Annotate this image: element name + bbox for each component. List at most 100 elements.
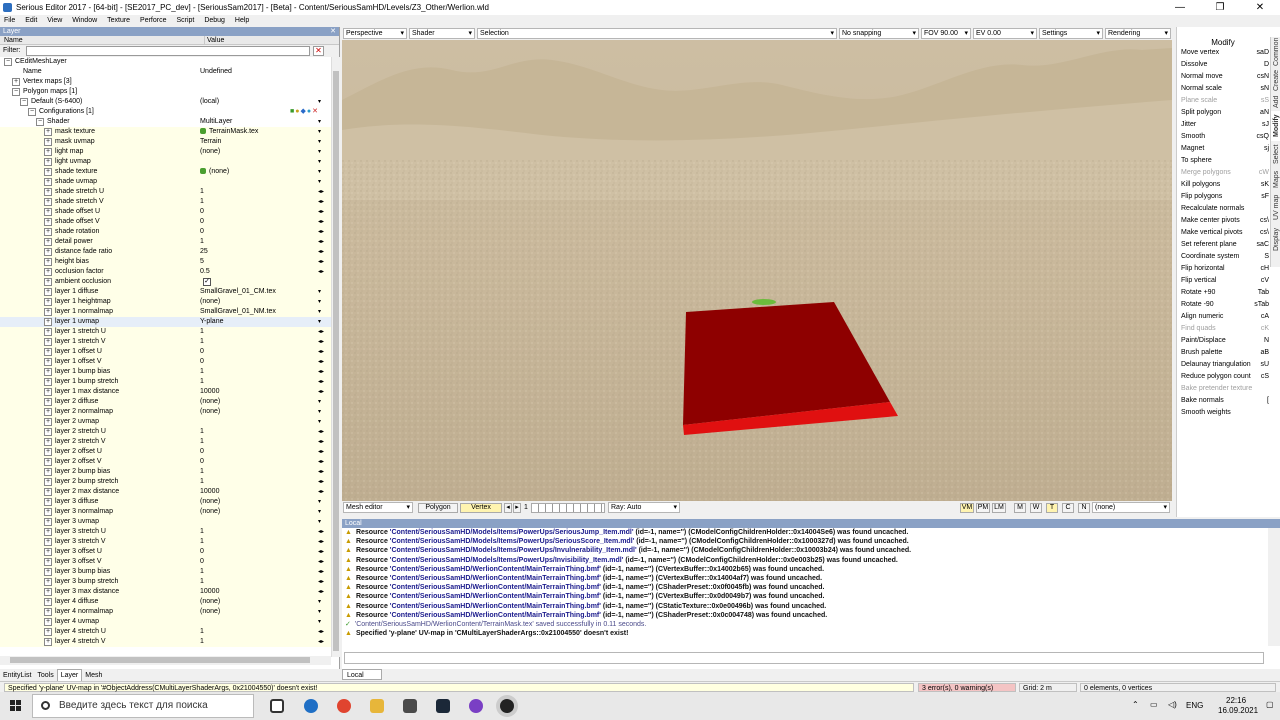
expand-icon[interactable]: + bbox=[44, 178, 52, 186]
modify-tool[interactable]: Dissolve D bbox=[1181, 59, 1269, 71]
property-row[interactable]: + mask uvmap Terrain ▾ bbox=[0, 137, 339, 147]
dropdown-arrow-icon[interactable]: ▾ bbox=[318, 287, 321, 297]
property-row[interactable]: + layer 1 normalmap SmallGravel_01_NM.tex ▾ bbox=[0, 307, 339, 317]
property-row[interactable]: + shade stretch U 1 ◂▸ bbox=[0, 187, 339, 197]
spin-arrows-icon[interactable]: ◂▸ bbox=[318, 437, 324, 447]
error-count[interactable]: 3 error(s), 0 warning(s) bbox=[918, 683, 1016, 692]
property-row[interactable]: + layer 3 offset V 0 ◂▸ bbox=[0, 557, 339, 567]
layer-horizontal-scrollbar[interactable] bbox=[0, 656, 331, 665]
collapse-icon[interactable]: − bbox=[20, 98, 28, 106]
spin-arrows-icon[interactable]: ◂▸ bbox=[318, 557, 324, 567]
property-row[interactable]: − Default (S-6400) (local) ▾ bbox=[0, 97, 339, 107]
property-row[interactable]: + layer 3 stretch U 1 ◂▸ bbox=[0, 527, 339, 537]
property-value[interactable]: MultiLayer bbox=[200, 117, 324, 127]
spin-arrows-icon[interactable]: ◂▸ bbox=[318, 377, 324, 387]
property-row[interactable]: + layer 2 offset V 0 ◂▸ bbox=[0, 457, 339, 467]
clock-time[interactable]: 22:16 bbox=[1226, 696, 1246, 705]
modify-tool[interactable]: Jitter sJ bbox=[1181, 119, 1269, 131]
toggle-m[interactable]: M bbox=[1014, 503, 1026, 513]
green-object[interactable] bbox=[752, 299, 776, 305]
extra-dropdown[interactable]: (none) bbox=[1092, 502, 1170, 513]
expand-icon[interactable]: + bbox=[44, 498, 52, 506]
property-value[interactable]: 10000 bbox=[200, 387, 324, 397]
modify-tool[interactable]: Make vertical pivots cs\ bbox=[1181, 227, 1269, 239]
property-value[interactable]: (none) bbox=[200, 147, 324, 157]
modify-tool[interactable]: Make center pivots cs\ bbox=[1181, 215, 1269, 227]
discord-icon[interactable] bbox=[469, 699, 483, 713]
property-value[interactable] bbox=[200, 277, 324, 287]
expand-icon[interactable]: + bbox=[44, 428, 52, 436]
spin-arrows-icon[interactable]: ◂▸ bbox=[318, 197, 324, 207]
property-row[interactable]: + shade uvmap ▾ bbox=[0, 177, 339, 187]
property-row[interactable]: + layer 2 bump bias 1 ◂▸ bbox=[0, 467, 339, 477]
tab-entitylist[interactable]: EntityList bbox=[0, 670, 34, 681]
property-value[interactable]: 0 bbox=[200, 217, 324, 227]
modify-tool[interactable]: Flip horizontal cH bbox=[1181, 263, 1269, 275]
modify-tool[interactable]: Smooth weights bbox=[1181, 407, 1269, 419]
property-value[interactable]: SmallGravel_01_CM.tex bbox=[200, 287, 324, 297]
property-value[interactable]: SmallGravel_01_NM.tex bbox=[200, 307, 324, 317]
spin-arrows-icon[interactable]: ◂▸ bbox=[318, 627, 324, 637]
console-input[interactable] bbox=[344, 652, 1264, 664]
spin-arrows-icon[interactable]: ◂▸ bbox=[318, 637, 324, 647]
spin-arrows-icon[interactable]: ◂▸ bbox=[318, 427, 324, 437]
property-value[interactable]: (none) bbox=[200, 297, 324, 307]
slot-strip[interactable] bbox=[531, 503, 605, 513]
expand-icon[interactable]: + bbox=[44, 278, 52, 286]
property-row[interactable]: + layer 2 uvmap ▾ bbox=[0, 417, 339, 427]
property-row[interactable]: + layer 1 offset U 0 ◂▸ bbox=[0, 347, 339, 357]
tab-local[interactable]: Local bbox=[342, 669, 382, 680]
property-value[interactable] bbox=[200, 77, 324, 87]
expand-icon[interactable]: + bbox=[44, 138, 52, 146]
property-value[interactable]: 1 bbox=[200, 637, 324, 647]
serious-editor-icon[interactable] bbox=[500, 699, 514, 713]
expand-icon[interactable]: + bbox=[44, 478, 52, 486]
steam-icon[interactable] bbox=[436, 699, 450, 713]
scroll-thumb[interactable] bbox=[10, 657, 310, 663]
expand-icon[interactable]: + bbox=[44, 638, 52, 646]
clock-date[interactable]: 16.09.2021 bbox=[1218, 706, 1258, 715]
modify-tool[interactable]: To sphere bbox=[1181, 155, 1269, 167]
property-row[interactable]: + detail power 1 ◂▸ bbox=[0, 237, 339, 247]
windows-start-icon[interactable] bbox=[10, 700, 22, 712]
collapse-icon[interactable]: − bbox=[12, 88, 20, 96]
property-row[interactable]: + layer 3 stretch V 1 ◂▸ bbox=[0, 537, 339, 547]
polygon-mode-button[interactable]: Polygon bbox=[418, 503, 458, 513]
menu-perforce[interactable]: Perforce bbox=[136, 17, 170, 24]
vtab-add[interactable]: Add bbox=[1271, 93, 1280, 111]
menu-debug[interactable]: Debug bbox=[200, 17, 229, 24]
property-value[interactable] bbox=[200, 177, 324, 187]
dropdown-arrow-icon[interactable]: ▾ bbox=[318, 417, 321, 427]
property-row[interactable]: + layer 1 diffuse SmallGravel_01_CM.tex ▾ bbox=[0, 287, 339, 297]
expand-icon[interactable]: + bbox=[44, 598, 52, 606]
ev-dropdown[interactable]: EV 0.00 bbox=[973, 28, 1037, 39]
snapping-dropdown[interactable]: No snapping bbox=[839, 28, 919, 39]
vertex-mode-button[interactable]: Vertex bbox=[460, 503, 502, 513]
spin-arrows-icon[interactable]: ◂▸ bbox=[318, 267, 324, 277]
dropdown-arrow-icon[interactable]: ▾ bbox=[318, 157, 321, 167]
property-value[interactable]: 1 bbox=[200, 477, 324, 487]
dropdown-arrow-icon[interactable]: ▾ bbox=[318, 97, 321, 107]
spin-arrows-icon[interactable]: ◂▸ bbox=[318, 477, 324, 487]
ray-dropdown[interactable]: Ray: Auto bbox=[608, 502, 680, 513]
property-value[interactable]: 1 bbox=[200, 467, 324, 477]
property-row[interactable]: + layer 4 stretch V 1 ◂▸ bbox=[0, 637, 339, 647]
property-value[interactable]: 0.5 bbox=[200, 267, 324, 277]
property-row[interactable]: + layer 2 bump stretch 1 ◂▸ bbox=[0, 477, 339, 487]
property-value[interactable]: 10000 bbox=[200, 487, 324, 497]
expand-icon[interactable]: + bbox=[44, 398, 52, 406]
modify-tool[interactable]: Rotate -90 sTab bbox=[1181, 299, 1269, 311]
property-row[interactable]: + distance fade ratio 25 ◂▸ bbox=[0, 247, 339, 257]
property-value[interactable]: 0 bbox=[200, 457, 324, 467]
property-row[interactable]: + shade rotation 0 ◂▸ bbox=[0, 227, 339, 237]
close-button[interactable]: ✕ bbox=[1240, 0, 1280, 15]
expand-icon[interactable]: + bbox=[44, 568, 52, 576]
maximize-button[interactable]: ❐ bbox=[1200, 0, 1240, 15]
spin-arrows-icon[interactable]: ◂▸ bbox=[318, 577, 324, 587]
expand-icon[interactable]: + bbox=[44, 578, 52, 586]
modify-tool[interactable]: Coordinate system S bbox=[1181, 251, 1269, 263]
expand-icon[interactable]: + bbox=[44, 128, 52, 136]
spin-arrows-icon[interactable]: ◂▸ bbox=[318, 187, 324, 197]
property-row[interactable]: + height bias 5 ◂▸ bbox=[0, 257, 339, 267]
property-value[interactable]: (none) bbox=[200, 167, 324, 177]
